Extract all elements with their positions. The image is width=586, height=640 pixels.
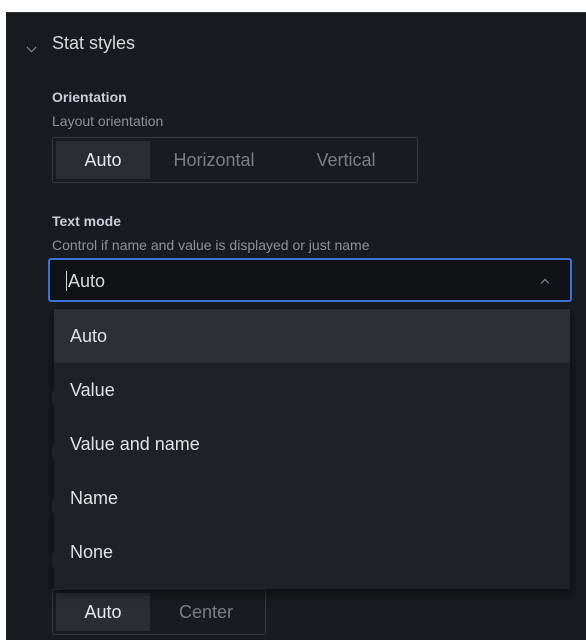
orientation-label: Orientation [52, 89, 127, 105]
menu-item-none[interactable]: None [54, 525, 570, 579]
orientation-option-vertical[interactable]: Vertical [278, 141, 414, 179]
orientation-option-horizontal[interactable]: Horizontal [150, 141, 278, 179]
text-mode-label: Text mode [52, 213, 121, 229]
text-mode-description: Control if name and value is displayed o… [52, 237, 370, 253]
text-mode-select-value: Auto [68, 271, 106, 291]
menu-item-auto[interactable]: Auto [54, 309, 570, 363]
chevron-up-icon[interactable] [540, 278, 550, 288]
alignment-option-auto[interactable]: Auto [56, 593, 150, 631]
alignment-radio-group: Auto Center [52, 589, 266, 635]
chevron-down-icon [26, 42, 37, 53]
text-mode-dropdown-menu: Auto Value Value and name Name None [54, 309, 570, 589]
text-mode-select[interactable]: Auto [48, 258, 572, 302]
options-panel: Stat styles Orientation Layout orientati… [6, 12, 586, 640]
menu-item-value-and-name[interactable]: Value and name [54, 417, 570, 471]
alignment-option-center[interactable]: Center [150, 593, 262, 631]
menu-item-name[interactable]: Name [54, 471, 570, 525]
text-cursor [66, 271, 67, 291]
orientation-description: Layout orientation [52, 113, 164, 129]
orientation-radio-group: Auto Horizontal Vertical [52, 137, 418, 183]
orientation-option-auto[interactable]: Auto [56, 141, 150, 179]
section-title: Stat styles [52, 33, 136, 53]
menu-item-value[interactable]: Value [54, 363, 570, 417]
